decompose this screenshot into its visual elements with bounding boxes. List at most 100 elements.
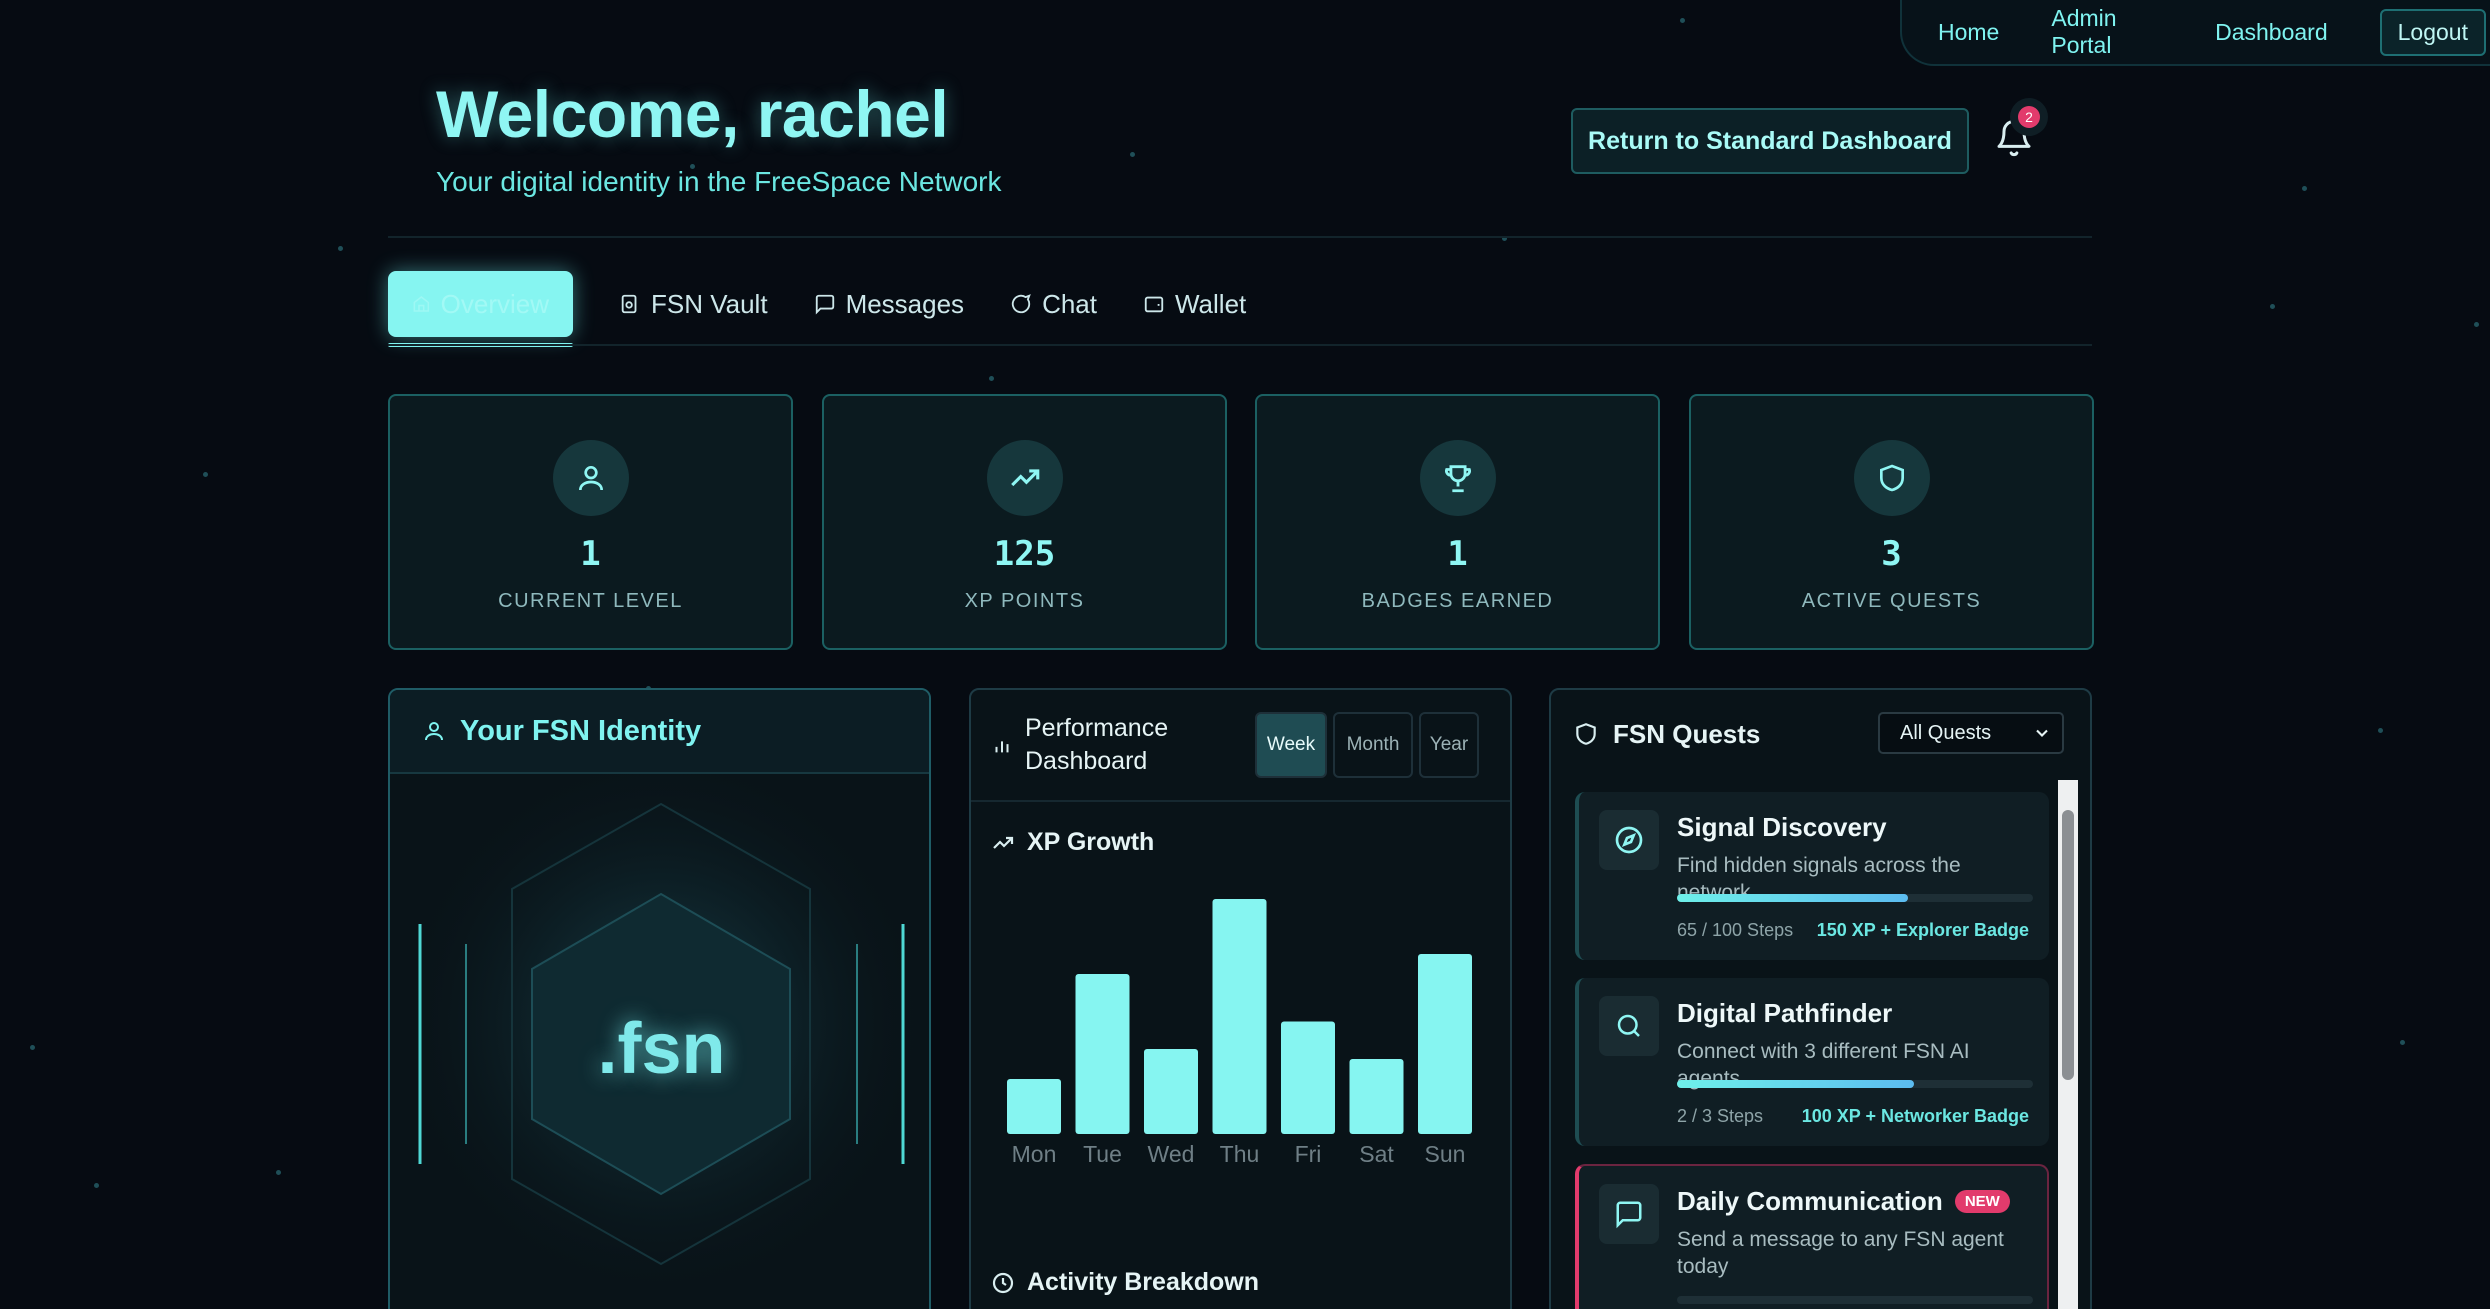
return-to-standard-dashboard-button[interactable]: Return to Standard Dashboard <box>1571 108 1969 174</box>
logout-button[interactable]: Logout <box>2379 8 2486 56</box>
panel-title: Your FSN Identity <box>460 714 702 747</box>
stat-card-badges-earned: 1 BADGES EARNED <box>1255 394 1660 650</box>
trending-up-icon <box>993 836 1014 849</box>
chart-bar-tue <box>1075 974 1130 1134</box>
quest-steps: 2 / 3 Steps <box>1677 1106 1764 1126</box>
chart-tick-label: Sun <box>1425 1141 1466 1167</box>
stat-card-current-level: 1 CURRENT LEVEL <box>388 394 793 650</box>
quest-reward: 150 XP + Explorer Badge <box>1816 920 2029 940</box>
tab-label: Messages <box>845 288 965 319</box>
quests-scrollbar[interactable] <box>2058 780 2078 1309</box>
chart-bar-sat <box>1349 1059 1404 1134</box>
home-icon <box>413 296 430 312</box>
quest-progress-bar <box>1677 894 2033 902</box>
chart-bar-sun <box>1418 954 1472 1134</box>
tab-label: Overview <box>440 288 549 319</box>
nav-dashboard-link[interactable]: Dashboard <box>2215 19 2328 46</box>
chart-tick-label: Sat <box>1359 1141 1394 1167</box>
tab-chat[interactable]: Chat <box>1010 271 1097 337</box>
tab-label: Chat <box>1042 288 1097 319</box>
chart-tick-label: Mon <box>1012 1141 1057 1167</box>
chart-tick-label: Wed <box>1148 1141 1195 1167</box>
stat-label: XP POINTS <box>964 590 1085 612</box>
shield-icon <box>1879 464 1904 492</box>
fsn-quests-panel: FSN Quests All Quests Signal Discovery F… <box>1549 688 2092 1309</box>
xp-growth-heading: XP Growth <box>991 828 1154 857</box>
tab-wallet[interactable]: Wallet <box>1143 271 1246 337</box>
quest-title: Signal Discovery <box>1677 812 1887 842</box>
section-title: Activity Breakdown <box>1027 1268 1260 1296</box>
section-title: XP Growth <box>1027 828 1155 856</box>
quest-reward: 100 XP + Networker Badge <box>1801 1106 2029 1126</box>
range-month-button[interactable]: Month <box>1333 712 1413 778</box>
clock-icon <box>992 1272 1014 1293</box>
chart-tick-label: Thu <box>1220 1141 1260 1167</box>
quest-title-text: Daily Communication <box>1677 1186 1943 1216</box>
main-tabs: Overview FSN Vault Messages Chat Wallet <box>388 268 1246 347</box>
chart-tick-label: Fri <box>1295 1141 1322 1167</box>
stat-value: 125 <box>993 534 1056 574</box>
quest-card[interactable]: Digital Pathfinder Connect with 3 differ… <box>1575 978 2049 1146</box>
panel-header: Your FSN Identity <box>390 690 929 774</box>
vault-icon <box>621 294 637 314</box>
tab-label: Wallet <box>1174 288 1247 319</box>
nav-home-link[interactable]: Home <box>1938 19 1999 46</box>
message-square-icon <box>815 294 834 315</box>
bar-chart-icon <box>995 741 1009 753</box>
activity-breakdown-heading: Activity Breakdown <box>991 1268 1259 1297</box>
range-selector: Week Month Year <box>1255 712 1479 778</box>
tab-overview[interactable]: Overview <box>388 271 573 347</box>
quest-progress-bar <box>1677 1296 2033 1304</box>
fsn-domain-label: .fsn <box>597 1009 726 1089</box>
stat-label: CURRENT LEVEL <box>498 590 683 612</box>
top-navigation: Home Admin Portal Dashboard Logout <box>1900 0 2490 66</box>
stat-label: BADGES EARNED <box>1361 590 1554 612</box>
chat-bubble-icon <box>1011 294 1031 314</box>
panel-title: Performance Dashboard <box>1025 714 1169 775</box>
quest-card[interactable]: Daily Communication NEW Send a message to… <box>1575 1164 2049 1309</box>
fsn-identity-panel: Your FSN Identity .fsn <box>388 688 931 1309</box>
message-square-icon <box>1616 1201 1642 1229</box>
chart-tick-label: Tue <box>1083 1141 1122 1167</box>
search-icon <box>1617 1014 1640 1037</box>
stat-card-xp-points: 125 XP POINTS <box>822 394 1227 650</box>
stat-card-active-quests: 3 ACTIVE QUESTS <box>1689 394 2094 650</box>
range-week-button[interactable]: Week <box>1255 712 1327 778</box>
stat-value: 1 <box>580 534 601 574</box>
quest-progress-bar <box>1677 1080 2033 1088</box>
chart-bar-mon <box>1007 1079 1061 1134</box>
performance-dashboard-panel: Performance Dashboard Week Month Year XP… <box>969 688 1512 1309</box>
header-divider <box>388 236 2092 238</box>
page-subtitle: Your digital identity in the FreeSpace N… <box>436 166 1002 197</box>
tabs-divider <box>388 344 2092 346</box>
nav-admin-portal-link[interactable]: Admin Portal <box>2051 5 2163 59</box>
compass-icon <box>1615 826 1643 854</box>
quest-title: Daily Communication NEW <box>1677 1186 2010 1217</box>
chart-bar-fri <box>1281 1021 1335 1134</box>
quest-title: Digital Pathfinder <box>1677 998 1893 1028</box>
wallet-icon <box>1144 296 1164 313</box>
selected-filter: All Quests <box>1900 721 1992 744</box>
scrollbar-thumb[interactable] <box>2062 810 2074 1080</box>
chart-bar-thu <box>1212 899 1267 1134</box>
notification-count-badge: 2 <box>2018 106 2040 128</box>
tab-fsn-vault[interactable]: FSN Vault <box>619 271 768 337</box>
stat-label: ACTIVE QUESTS <box>1801 590 1982 612</box>
tab-messages[interactable]: Messages <box>814 271 965 337</box>
range-year-button[interactable]: Year <box>1419 712 1479 778</box>
stat-value: 3 <box>1881 534 1902 574</box>
chevron-down-icon <box>2036 729 2048 737</box>
quest-card[interactable]: Signal Discovery Find hidden signals acr… <box>1575 792 2049 960</box>
user-icon <box>425 722 443 741</box>
panel-title: FSN Quests <box>1613 718 1761 749</box>
xp-growth-chart: Mon Tue Wed Thu Fri Sat Sun <box>1007 899 1472 1167</box>
tab-label: FSN Vault <box>651 288 768 319</box>
trending-up-icon <box>1010 469 1039 487</box>
chart-bar-wed <box>1144 1049 1198 1134</box>
quest-steps: 65 / 100 Steps <box>1677 920 1794 940</box>
new-badge: NEW <box>1954 1190 2010 1213</box>
user-icon <box>578 466 603 491</box>
quest-filter-select[interactable]: All Quests <box>1878 712 2064 754</box>
panel-header: Performance Dashboard Week Month Year <box>971 690 1510 802</box>
quest-description: Send a message to any FSN agent today <box>1677 1228 2004 1278</box>
